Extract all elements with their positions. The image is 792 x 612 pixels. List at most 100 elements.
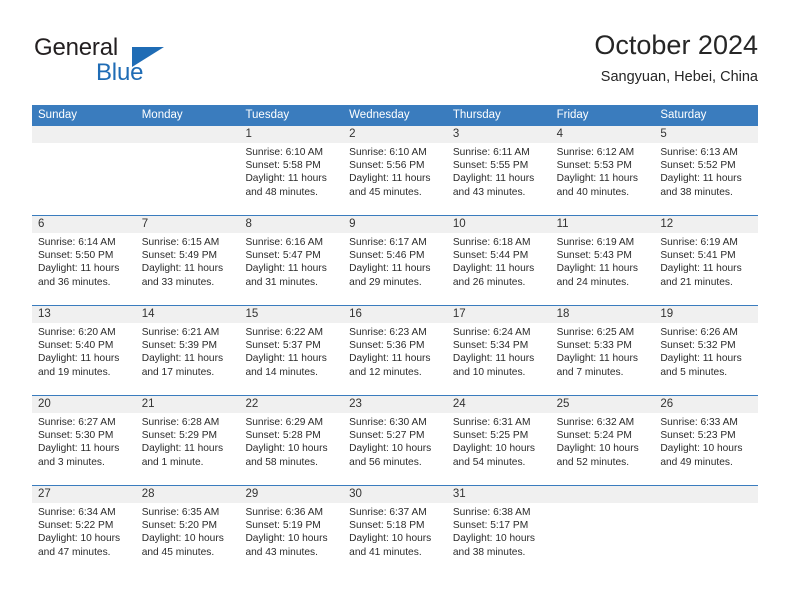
day-number-band: 12 <box>654 216 759 233</box>
day-number-band: 25 <box>550 396 655 413</box>
day-cell-20[interactable]: 20 Sunrise: 6:27 AM Sunset: 5:30 PM Dayligh… <box>32 396 136 485</box>
day-number-band: 6 <box>32 216 136 233</box>
day-cell-23[interactable]: 23 Sunrise: 6:30 AM Sunset: 5:27 PM Dayligh… <box>343 396 447 485</box>
sunset-text: Sunset: 5:47 PM <box>245 250 321 262</box>
day-number: 18 <box>556 308 570 320</box>
day-cell-15[interactable]: 15 Sunrise: 6:22 AM Sunset: 5:37 PM Dayligh… <box>239 306 344 395</box>
sunset-text: Sunset: 5:24 PM <box>556 430 632 442</box>
day-cell-7[interactable]: 7 Sunrise: 6:15 AM Sunset: 5:49 PM Daylight… <box>135 216 240 305</box>
sunset-text: Sunset: 5:58 PM <box>245 160 321 172</box>
day-cell-3[interactable]: 3 Sunrise: 6:11 AM Sunset: 5:55 PM Daylight… <box>446 126 551 215</box>
day-cell-12[interactable]: 12 Sunrise: 6:19 AM Sunset: 5:41 PM Dayligh… <box>654 216 759 305</box>
day-details: Sunrise: 6:14 AM Sunset: 5:50 PM Daylight:… <box>32 233 136 289</box>
day-number: 24 <box>452 398 466 410</box>
day-cell-17[interactable]: 17 Sunrise: 6:24 AM Sunset: 5:34 PM Dayligh… <box>446 306 551 395</box>
day-cell-24[interactable]: 24 Sunrise: 6:31 AM Sunset: 5:25 PM Dayligh… <box>446 396 551 485</box>
sunrise-text: Sunrise: 6:27 AM <box>38 417 116 428</box>
sunrise-text: Sunrise: 6:37 AM <box>349 507 427 518</box>
daylight-text: Daylight: 11 hours and 3 minutes. <box>38 443 120 468</box>
day-number-band: 1 <box>239 126 344 143</box>
daylight-text: Daylight: 10 hours and 54 minutes. <box>452 443 535 468</box>
day-cell-29[interactable]: 29 Sunrise: 6:36 AM Sunset: 5:19 PM Dayligh… <box>239 486 344 576</box>
day-details: Sunrise: 6:21 AM Sunset: 5:39 PM Daylight:… <box>136 323 240 379</box>
sunrise-text: Sunrise: 6:15 AM <box>141 237 220 248</box>
day-number: 19 <box>660 308 674 320</box>
day-cell-27[interactable]: 27 Sunrise: 6:34 AM Sunset: 5:22 PM Dayligh… <box>32 486 136 576</box>
day-details: Sunrise: 6:20 AM Sunset: 5:40 PM Daylight:… <box>32 323 136 379</box>
sunset-text: Sunset: 5:27 PM <box>349 430 425 442</box>
day-cell-empty <box>32 126 136 215</box>
day-cell-31[interactable]: 31 Sunrise: 6:38 AM Sunset: 5:17 PM Dayligh… <box>446 486 551 576</box>
day-cell-19[interactable]: 19 Sunrise: 6:26 AM Sunset: 5:32 PM Dayligh… <box>654 306 759 395</box>
daylight-text: Daylight: 11 hours and 40 minutes. <box>556 173 638 198</box>
day-cell-6[interactable]: 6 Sunrise: 6:14 AM Sunset: 5:50 PM Daylight… <box>32 216 136 305</box>
day-cell-11[interactable]: 11 Sunrise: 6:19 AM Sunset: 5:43 PM Dayligh… <box>550 216 655 305</box>
sunrise-text: Sunrise: 6:12 AM <box>556 147 635 158</box>
day-number: 4 <box>556 128 563 140</box>
day-cell-28[interactable]: 28 Sunrise: 6:35 AM Sunset: 5:20 PM Dayligh… <box>135 486 240 576</box>
sunset-text: Sunset: 5:39 PM <box>141 340 218 352</box>
sunset-text: Sunset: 5:46 PM <box>349 250 425 262</box>
calendar-week-row: 20 Sunrise: 6:27 AM Sunset: 5:30 PM Dayligh… <box>32 396 759 486</box>
sunrise-text: Sunrise: 6:34 AM <box>38 507 116 518</box>
sunset-text: Sunset: 5:17 PM <box>452 520 529 532</box>
day-cell-9[interactable]: 9 Sunrise: 6:17 AM Sunset: 5:46 PM Daylight… <box>343 216 447 305</box>
calendar-week-row: 6 Sunrise: 6:14 AM Sunset: 5:50 PM Daylight… <box>32 216 759 306</box>
day-cell-21[interactable]: 21 Sunrise: 6:28 AM Sunset: 5:29 PM Dayligh… <box>135 396 240 485</box>
day-cell-1[interactable]: 1 Sunrise: 6:10 AM Sunset: 5:58 PM Daylight… <box>239 126 344 215</box>
sunset-text: Sunset: 5:49 PM <box>141 250 218 262</box>
sunrise-text: Sunrise: 6:10 AM <box>349 147 427 158</box>
daylight-text: Daylight: 10 hours and 52 minutes. <box>556 443 639 468</box>
day-cell-5[interactable]: 5 Sunrise: 6:13 AM Sunset: 5:52 PM Daylight… <box>654 126 759 215</box>
day-cell-18[interactable]: 18 Sunrise: 6:25 AM Sunset: 5:33 PM Dayligh… <box>550 306 655 395</box>
day-details: Sunrise: 6:38 AM Sunset: 5:17 PM Daylight:… <box>447 503 551 559</box>
day-details: Sunrise: 6:17 AM Sunset: 5:46 PM Daylight:… <box>343 233 447 289</box>
day-cell-13[interactable]: 13 Sunrise: 6:20 AM Sunset: 5:40 PM Dayligh… <box>32 306 136 395</box>
sunrise-text: Sunrise: 6:30 AM <box>349 417 427 428</box>
day-cell-30[interactable]: 30 Sunrise: 6:37 AM Sunset: 5:18 PM Dayligh… <box>343 486 447 576</box>
day-cell-16[interactable]: 16 Sunrise: 6:23 AM Sunset: 5:36 PM Dayligh… <box>343 306 447 395</box>
sunrise-text: Sunrise: 6:26 AM <box>660 327 738 338</box>
daylight-text: Daylight: 11 hours and 24 minutes. <box>556 263 638 288</box>
day-number: 28 <box>141 488 155 500</box>
calendar-body: 1 Sunrise: 6:10 AM Sunset: 5:58 PM Daylight… <box>32 126 759 576</box>
day-number-band: 17 <box>446 306 551 323</box>
day-cell-8[interactable]: 8 Sunrise: 6:16 AM Sunset: 5:47 PM Daylight… <box>239 216 344 305</box>
day-cell-25[interactable]: 25 Sunrise: 6:32 AM Sunset: 5:24 PM Dayligh… <box>550 396 655 485</box>
sunrise-text: Sunrise: 6:25 AM <box>556 327 635 338</box>
day-number: 14 <box>141 308 155 320</box>
day-number-band <box>550 486 655 503</box>
day-cell-10[interactable]: 10 Sunrise: 6:18 AM Sunset: 5:44 PM Dayligh… <box>446 216 551 305</box>
daylight-text: Daylight: 11 hours and 1 minute. <box>141 443 224 468</box>
sunset-text: Sunset: 5:52 PM <box>660 160 736 172</box>
daylight-text: Daylight: 10 hours and 56 minutes. <box>349 443 432 468</box>
day-number-band: 31 <box>446 486 551 503</box>
day-cell-2[interactable]: 2 Sunrise: 6:10 AM Sunset: 5:56 PM Daylight… <box>343 126 447 215</box>
page-header: General Blue October 2024 Sangyuan, Hebe… <box>34 28 758 98</box>
daylight-text: Daylight: 10 hours and 45 minutes. <box>141 533 224 558</box>
day-number-band: 27 <box>32 486 136 503</box>
day-cell-26[interactable]: 26 Sunrise: 6:33 AM Sunset: 5:23 PM Dayligh… <box>654 396 759 485</box>
sunrise-text: Sunrise: 6:24 AM <box>452 327 531 338</box>
daylight-text: Daylight: 10 hours and 43 minutes. <box>245 533 328 558</box>
day-number-band: 14 <box>135 306 240 323</box>
day-details: Sunrise: 6:19 AM Sunset: 5:43 PM Daylight:… <box>551 233 655 289</box>
daylight-text: Daylight: 11 hours and 5 minutes. <box>660 353 742 378</box>
day-number-band: 4 <box>550 126 655 143</box>
day-number-band: 23 <box>343 396 447 413</box>
day-details: Sunrise: 6:36 AM Sunset: 5:19 PM Daylight:… <box>239 503 343 559</box>
day-number-band: 21 <box>135 396 240 413</box>
day-cell-empty <box>135 126 240 215</box>
day-details: Sunrise: 6:27 AM Sunset: 5:30 PM Daylight:… <box>32 413 136 469</box>
logo-text-general: General <box>34 34 118 61</box>
sunrise-text: Sunrise: 6:13 AM <box>660 147 738 158</box>
day-cell-22[interactable]: 22 Sunrise: 6:29 AM Sunset: 5:28 PM Dayligh… <box>239 396 344 485</box>
day-number: 21 <box>141 398 155 410</box>
day-cell-4[interactable]: 4 Sunrise: 6:12 AM Sunset: 5:53 PM Daylight… <box>550 126 655 215</box>
sunset-text: Sunset: 5:43 PM <box>556 250 632 262</box>
logo-text-blue: Blue <box>96 59 144 86</box>
day-number-band: 18 <box>550 306 655 323</box>
day-cell-14[interactable]: 14 Sunrise: 6:21 AM Sunset: 5:39 PM Dayligh… <box>135 306 240 395</box>
daylight-text: Daylight: 11 hours and 7 minutes. <box>556 353 638 378</box>
daylight-text: Daylight: 11 hours and 45 minutes. <box>349 173 431 198</box>
